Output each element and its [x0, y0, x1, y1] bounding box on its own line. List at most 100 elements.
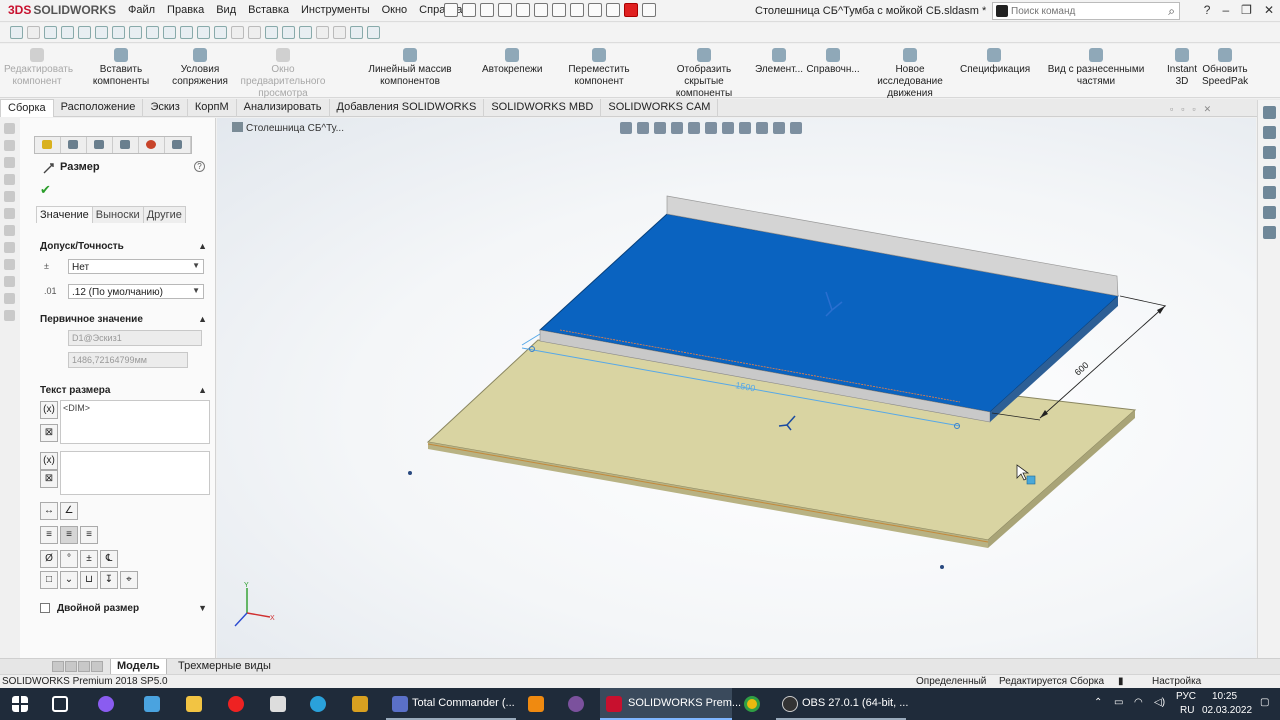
home-icon[interactable] [444, 3, 458, 17]
countersink-icon[interactable]: ⌄ [60, 571, 78, 589]
tab-layout[interactable]: Расположение [54, 99, 144, 117]
tab-value[interactable]: Значение [36, 206, 93, 223]
part-icon[interactable] [4, 242, 15, 253]
part-icon[interactable] [4, 157, 15, 168]
dual-dimension-checkbox[interactable] [40, 603, 50, 613]
first-tab-icon[interactable] [52, 661, 64, 672]
file-properties-icon[interactable] [588, 3, 602, 17]
notifications-icon[interactable]: ▢ [1260, 697, 1269, 708]
taskbar-app[interactable] [136, 688, 168, 720]
maximize-viewport-icon[interactable]: ▫ [1192, 104, 1195, 115]
sum-icon[interactable] [197, 26, 210, 39]
measure-icon[interactable] [214, 26, 227, 39]
tab-mbd[interactable]: SOLIDWORKS MBD [484, 99, 602, 117]
display-manager-tab[interactable] [139, 137, 165, 153]
show-hidden-button[interactable]: Отобразить скрытые компоненты [656, 48, 752, 100]
select-icon[interactable] [552, 3, 566, 17]
part-icon[interactable] [4, 259, 15, 270]
settings-label[interactable]: Настройка [1152, 676, 1201, 687]
last-tab-icon[interactable] [91, 661, 103, 672]
collapse-icon[interactable]: ▲ [198, 385, 207, 395]
tab-other[interactable]: Другие [142, 206, 186, 223]
taskbar-app[interactable] [344, 688, 376, 720]
volume-icon[interactable]: ◁) [1154, 697, 1165, 708]
tab-model[interactable]: Модель [110, 659, 167, 675]
tab-addins[interactable]: Добавления SOLIDWORKS [330, 99, 485, 117]
hole-align-icon[interactable] [265, 26, 278, 39]
tab-leaders[interactable]: Выноски [91, 206, 144, 223]
linear-pattern-button[interactable]: Линейный массив компонентов [340, 48, 480, 88]
undo-icon[interactable] [534, 3, 548, 17]
add-parentheses-icon[interactable]: (x) [40, 452, 58, 470]
align-right-icon[interactable]: ≡ [80, 526, 98, 544]
feature-tree-icon[interactable] [4, 123, 15, 134]
interference-icon[interactable] [231, 26, 244, 39]
menu-tools[interactable]: Инструменты [295, 4, 376, 16]
dimxpert-tab[interactable] [113, 137, 139, 153]
command-search[interactable]: ⌕ [992, 2, 1180, 20]
tolerance-header[interactable]: Допуск/Точность [40, 241, 124, 252]
taskbar-chrome[interactable] [736, 688, 768, 720]
sketch-point[interactable] [408, 471, 412, 475]
taskbar-yandex[interactable] [220, 688, 252, 720]
stop-icon[interactable] [624, 3, 638, 17]
tab-korpm[interactable]: КорпМ [188, 99, 237, 117]
language-indicator[interactable]: РУС [1176, 691, 1196, 702]
battery-icon[interactable]: ▭ [1114, 697, 1123, 708]
collapse-icon[interactable]: ▲ [198, 241, 207, 251]
taskbar-viber[interactable] [560, 688, 592, 720]
restore-viewport-icon[interactable]: ▫ [1170, 104, 1173, 115]
cam-tab[interactable] [165, 137, 191, 153]
open-icon[interactable] [480, 3, 494, 17]
dim-text-area[interactable]: <DIM> [60, 400, 210, 444]
reference-geometry-button[interactable]: Справочн... [806, 48, 860, 76]
assembly-features-button[interactable]: Элемент... [754, 48, 804, 76]
taskbar-calculator[interactable] [262, 688, 294, 720]
taskbar-telegram[interactable] [302, 688, 334, 720]
part-icon[interactable] [4, 310, 15, 321]
stop-macro-icon[interactable] [27, 26, 40, 39]
save-icon[interactable] [498, 3, 512, 17]
solidworks-forum-icon[interactable] [1262, 226, 1276, 239]
insert-part-icon[interactable] [129, 26, 142, 39]
move-icon[interactable] [163, 26, 176, 39]
diameter-icon[interactable]: Ø [40, 550, 58, 568]
clock-date[interactable]: 02.03.2022 [1202, 705, 1252, 716]
display-icon[interactable] [367, 26, 380, 39]
degree-icon[interactable]: ° [60, 550, 78, 568]
edit-component-button[interactable]: Редактировать компонент [4, 48, 73, 88]
minimize-button[interactable]: – [1222, 3, 1229, 17]
taskbar-app[interactable] [90, 688, 122, 720]
language-indicator-2[interactable]: RU [1180, 705, 1194, 716]
inspection-icon[interactable]: ⊠ [40, 470, 58, 488]
wifi-icon[interactable]: ◠ [1134, 697, 1143, 708]
new-document-icon[interactable] [462, 3, 476, 17]
menu-edit[interactable]: Правка [161, 4, 210, 16]
more-symbols-icon[interactable]: ⌖ [120, 571, 138, 589]
sketch-point[interactable] [940, 565, 944, 569]
instant3d-button[interactable]: Instant 3D [1164, 48, 1200, 88]
sketch-icon[interactable] [316, 26, 329, 39]
close-button[interactable]: ✕ [1264, 3, 1274, 17]
appearances-icon[interactable] [1262, 186, 1276, 199]
collapse-icon[interactable]: ▲ [198, 314, 207, 324]
tab-cam[interactable]: SOLIDWORKS CAM [601, 99, 719, 117]
appearance-icon[interactable] [350, 26, 363, 39]
macro-edit-icon[interactable] [78, 26, 91, 39]
part-icon[interactable] [4, 276, 15, 287]
search-input[interactable] [1011, 4, 1161, 18]
feature-icon[interactable] [333, 26, 346, 39]
align-center-icon[interactable]: ≡ [60, 526, 78, 544]
part-icon[interactable] [4, 174, 15, 185]
tab-sketch[interactable]: Эскиз [143, 99, 188, 117]
tile-viewport-icon[interactable]: ▫ [1181, 104, 1184, 115]
justify-horizontal-icon[interactable]: ↔ [40, 502, 58, 520]
taskbar-explorer[interactable] [178, 688, 210, 720]
taskbar-solidworks[interactable]: SOLIDWORKS Prem... [600, 688, 741, 720]
feature-manager-tab[interactable] [35, 137, 61, 153]
start-button[interactable] [0, 688, 40, 720]
custom-properties-icon[interactable] [1262, 206, 1276, 219]
taskbar-total-commander[interactable]: Total Commander (... [386, 688, 516, 720]
chevron-down-icon[interactable]: ▼ [198, 603, 207, 613]
justify-angle-icon[interactable]: ∠ [60, 502, 78, 520]
